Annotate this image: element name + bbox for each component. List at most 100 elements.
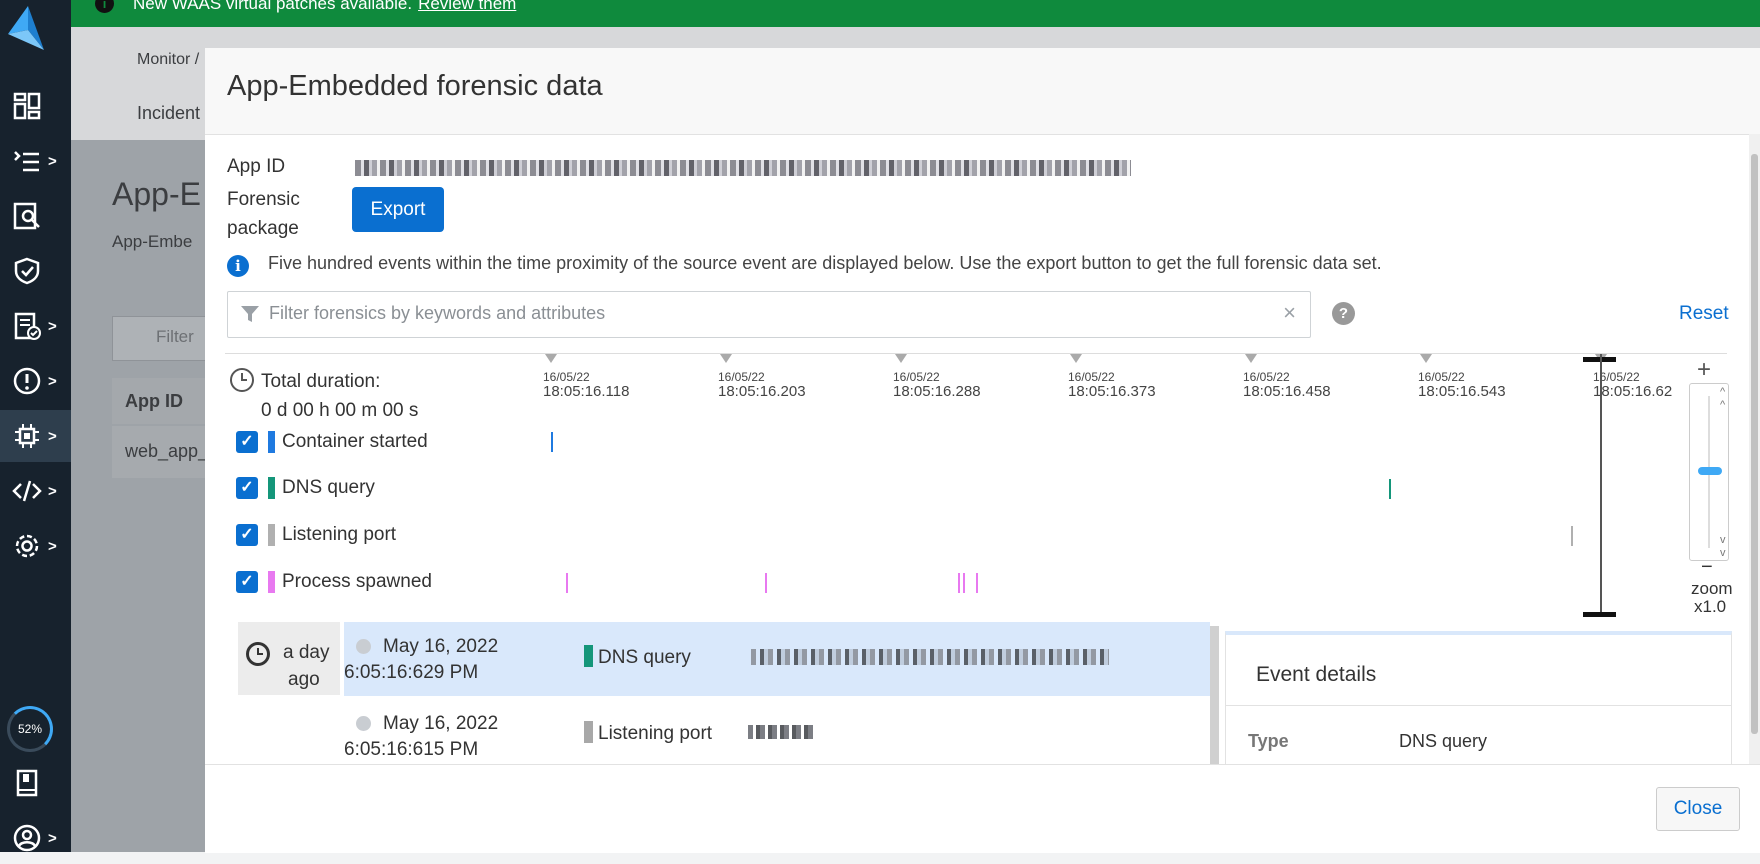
breadcrumb: Monitor / — [137, 51, 200, 68]
event-value-redacted — [748, 725, 816, 739]
checkbox-container-started[interactable]: ✓ — [236, 431, 258, 453]
status-dot — [356, 639, 371, 654]
zoom-out-button[interactable]: − — [1701, 556, 1713, 579]
clock-icon — [230, 368, 254, 392]
checkbox-dns-query[interactable]: ✓ — [236, 477, 258, 499]
event-mark[interactable] — [1389, 479, 1391, 499]
event-mark[interactable] — [963, 573, 965, 593]
sidebar-item-profile[interactable]: > — [0, 812, 71, 864]
detail-type-label: Type — [1248, 731, 1289, 751]
legend-swatch — [268, 431, 275, 453]
event-value-redacted — [751, 649, 1109, 665]
legend-swatch — [268, 524, 275, 546]
checkbox-process-spawned[interactable]: ✓ — [236, 571, 258, 593]
list-icon — [14, 151, 39, 172]
row-label: Listening port — [282, 524, 397, 545]
total-duration-label: Total duration: — [261, 371, 381, 392]
report-check-icon — [14, 312, 41, 340]
scroll-down-icon: vv — [1720, 534, 1726, 559]
app-id-value — [355, 160, 1131, 176]
range-handle-bottom[interactable] — [1583, 612, 1616, 617]
chevron-right-icon: > — [48, 427, 57, 445]
scroll-up-icon: ^ ^ — [1720, 386, 1726, 411]
range-handle[interactable] — [1600, 354, 1602, 616]
scrollbar-thumb[interactable] — [1751, 154, 1758, 734]
chevron-right-icon: > — [48, 482, 57, 500]
sidebar-item-monitor[interactable]: > — [0, 410, 71, 462]
tab-incident: Incident — [137, 103, 201, 123]
book-icon — [16, 769, 38, 797]
event-row-selected[interactable]: May 16, 2022 6:05:16:629 PM DNS query — [344, 622, 1210, 696]
zoom-value: x1.0 — [1694, 597, 1727, 616]
event-details-panel: Event details Type DNS query — [1225, 631, 1732, 764]
filter-icon — [241, 306, 259, 322]
forensics-filter-input[interactable]: Filter forensics by keywords and attribu… — [227, 291, 1311, 338]
event-mark[interactable] — [958, 573, 960, 593]
row-label: Process spawned — [282, 571, 432, 592]
detail-type-value: DNS query — [1399, 731, 1488, 751]
sidebar-item-code[interactable]: > — [0, 465, 71, 517]
event-mark[interactable] — [976, 573, 978, 593]
sidebar-item-dashboard[interactable] — [0, 80, 71, 132]
clear-filter-icon[interactable]: × — [1283, 300, 1296, 326]
sidebar-item-alerts[interactable]: > — [0, 355, 71, 407]
time-ago-2: ago — [288, 669, 320, 690]
sidebar-item-compliance[interactable]: > — [0, 300, 71, 352]
sidebar: > > > > > > 52% > — [0, 0, 71, 852]
chevron-right-icon: > — [48, 317, 57, 335]
event-type: Listening port — [598, 723, 713, 744]
chip-icon — [15, 424, 39, 448]
notification-banner: i New WAAS virtual patches available. Rev… — [71, 0, 1760, 27]
shield-icon — [14, 257, 40, 285]
sidebar-item-search[interactable] — [0, 190, 71, 242]
total-duration-value: 0 d 00 h 00 m 00 s — [261, 400, 419, 421]
event-list: a day ago May 16, 2022 6:05:16:629 PM DN… — [205, 622, 1760, 764]
sidebar-item-docs[interactable] — [0, 757, 71, 809]
background-table-row: web_app_ — [112, 426, 208, 478]
app-id-label: App ID — [227, 156, 286, 177]
help-icon[interactable]: ? — [1332, 302, 1355, 325]
event-mark[interactable] — [1571, 526, 1573, 546]
filter-placeholder: Filter forensics by keywords and attribu… — [269, 303, 606, 323]
checkbox-listening-port[interactable]: ✓ — [236, 524, 258, 546]
sidebar-item-defend[interactable] — [0, 245, 71, 297]
zoom-label: zoom — [1691, 579, 1733, 598]
background-filter: Filter — [112, 316, 214, 361]
event-row[interactable]: May 16, 2022 6:05:16:615 PM Listening po… — [344, 696, 1210, 764]
event-date: May 16, 2022 — [383, 636, 499, 657]
list-scrollbar[interactable] — [1210, 626, 1219, 764]
modal-scrollbar[interactable] — [1749, 134, 1760, 764]
page-subtitle: App-Embe — [112, 232, 193, 251]
sidebar-item-settings[interactable]: > — [0, 520, 71, 572]
legend-swatch — [268, 571, 275, 593]
search-document-icon — [13, 202, 40, 230]
event-mark[interactable] — [566, 573, 568, 593]
row-label: DNS query — [282, 477, 375, 498]
sidebar-item-radar[interactable]: > — [0, 135, 71, 187]
type-swatch — [584, 645, 593, 667]
type-swatch — [584, 721, 593, 743]
modal-title: App-Embedded forensic data — [227, 70, 603, 102]
export-button[interactable]: Export — [352, 187, 444, 232]
event-mark[interactable] — [551, 432, 553, 452]
user-icon — [13, 824, 41, 852]
event-time: 6:05:16:615 PM — [344, 739, 479, 760]
review-link[interactable]: Review them — [418, 0, 516, 13]
forensic-package-label: Forensic — [227, 189, 300, 210]
alert-icon — [13, 367, 41, 395]
legend-swatch — [268, 477, 275, 499]
time-group: a day ago — [238, 622, 340, 695]
banner-text: New WAAS virtual patches available. — [133, 0, 413, 13]
info-icon: i — [227, 255, 249, 277]
chevron-right-icon: > — [48, 152, 57, 170]
prisma-logo[interactable] — [4, 4, 46, 54]
page-title: App-E — [112, 176, 201, 212]
zoom-thumb[interactable] — [1698, 467, 1722, 475]
event-mark[interactable] — [765, 573, 767, 593]
zoom-in-button[interactable]: + — [1697, 356, 1711, 384]
close-button[interactable]: Close — [1656, 787, 1740, 831]
info-message: Five hundred events within the time prox… — [268, 253, 1382, 273]
reset-link[interactable]: Reset — [1679, 303, 1729, 325]
chevron-right-icon: > — [48, 829, 57, 847]
progress-indicator[interactable]: 52% — [7, 706, 53, 752]
